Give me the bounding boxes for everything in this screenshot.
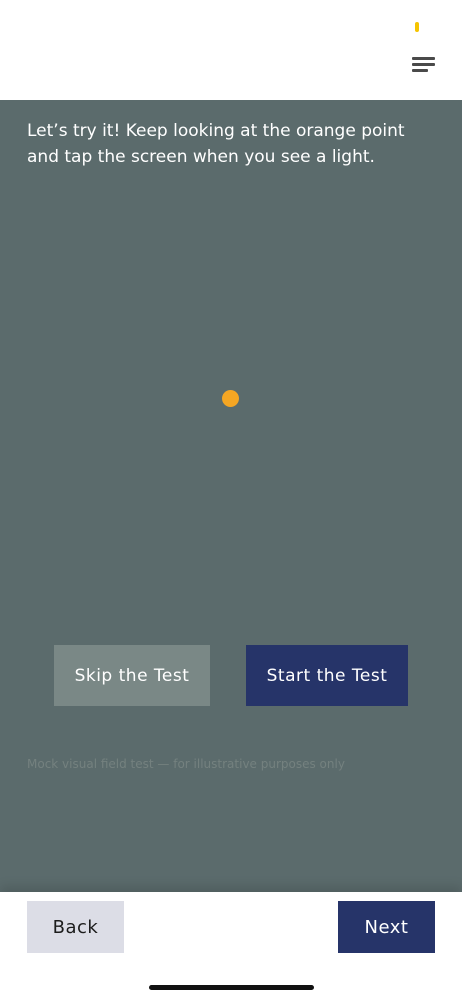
status-indicator: [415, 22, 419, 32]
back-button[interactable]: Back: [27, 901, 124, 953]
screen: Let’s try it! Keep looking at the orange…: [0, 0, 462, 1000]
app-header: [0, 0, 462, 100]
home-indicator[interactable]: [149, 985, 314, 990]
orange-fixation-point: [222, 390, 239, 407]
disclaimer-text: Mock visual field test — for illustrativ…: [27, 757, 345, 771]
footer-nav: Back Next: [0, 892, 462, 1000]
skip-test-button[interactable]: Skip the Test: [54, 645, 210, 706]
visual-field-test-area[interactable]: Let’s try it! Keep looking at the orange…: [0, 100, 462, 892]
start-test-button[interactable]: Start the Test: [246, 645, 408, 706]
hamburger-menu-icon[interactable]: [408, 52, 440, 78]
test-instruction: Let’s try it! Keep looking at the orange…: [27, 121, 405, 167]
next-button[interactable]: Next: [338, 901, 435, 953]
